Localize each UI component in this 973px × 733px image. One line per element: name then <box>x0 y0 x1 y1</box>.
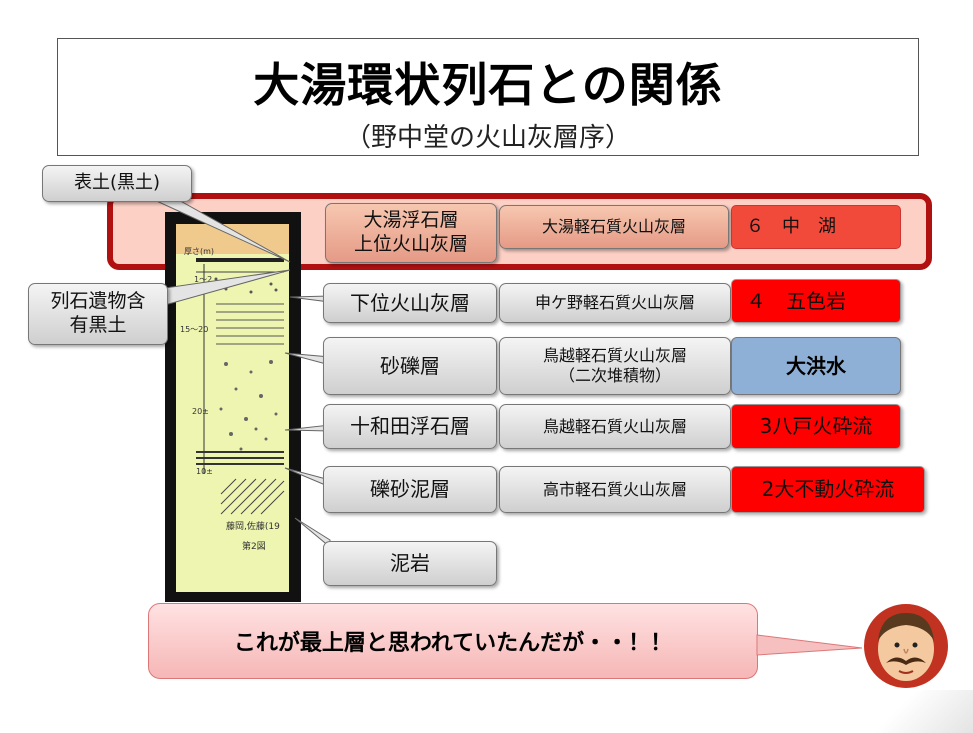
page-curl <box>850 690 973 733</box>
avatar <box>862 602 950 690</box>
avatar-left-eye <box>894 642 900 648</box>
speech-tail <box>756 634 863 656</box>
avatar-right-eye <box>912 642 918 648</box>
slide: 大湯環状列石との関係 （野中堂の火山灰層序） 厚さ(m) 1～2 15～20 2… <box>0 0 973 733</box>
